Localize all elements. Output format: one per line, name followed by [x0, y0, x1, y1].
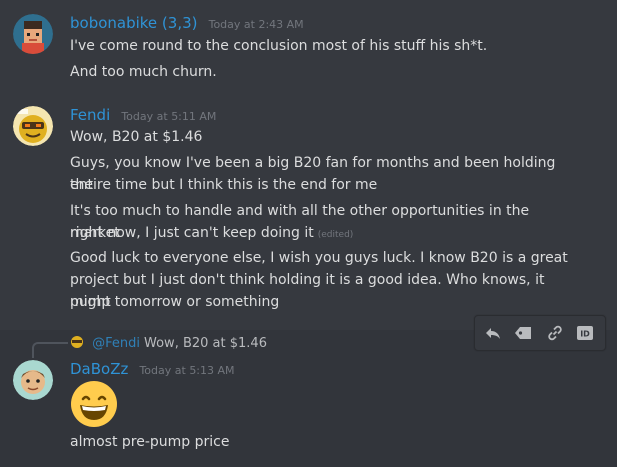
- message-text: right now, I just can't keep doing it: [70, 225, 314, 241]
- reply-mention[interactable]: @Fendi: [92, 336, 140, 351]
- username[interactable]: bobonabike (3,3): [70, 14, 198, 32]
- message-group-fendi: Fendi Today at 5:11 AM Wow, B20 at $1.46…: [0, 100, 617, 330]
- message-text-edited: right now, I just can't keep doing it (ed…: [70, 222, 577, 246]
- avatar[interactable]: [13, 14, 53, 54]
- avatar-pixel-character-icon: [13, 14, 53, 54]
- reply-preview-text: Wow, B20 at $1.46: [144, 336, 267, 351]
- grinning-face-emoji: [70, 380, 118, 432]
- message-text: Good luck to everyone else, I wish you g…: [70, 250, 568, 266]
- avatar-fendi-icon: [13, 106, 53, 146]
- message-text: And too much churn.: [70, 64, 217, 80]
- message-text: I've come round to the conclusion most o…: [70, 38, 488, 54]
- message-text: pump tomorrow or something: [70, 294, 280, 310]
- message-text: almost pre-pump price: [70, 434, 230, 450]
- timestamp: Today at 2:43 AM: [208, 18, 304, 31]
- timestamp: Today at 5:13 AM: [139, 364, 235, 377]
- message-text: Wow, B20 at $1.46: [70, 129, 203, 145]
- timestamp: Today at 5:11 AM: [121, 110, 217, 123]
- avatar[interactable]: [13, 106, 53, 146]
- message-text: entire time but I think this is the end …: [70, 177, 378, 193]
- avatar[interactable]: [13, 360, 53, 400]
- username[interactable]: Fendi: [70, 106, 110, 124]
- edited-label: (edited): [317, 230, 354, 240]
- reply-reference[interactable]: @Fendi Wow, B20 at $1.46: [70, 336, 267, 351]
- reply-connector: [32, 342, 68, 358]
- reply-avatar-icon: [71, 336, 83, 348]
- message-group-bobonabike: bobonabike (3,3) Today at 2:43 AM I've c…: [0, 0, 617, 100]
- avatar-dabozz-icon: [13, 360, 53, 400]
- username[interactable]: DaBoZz: [70, 360, 128, 378]
